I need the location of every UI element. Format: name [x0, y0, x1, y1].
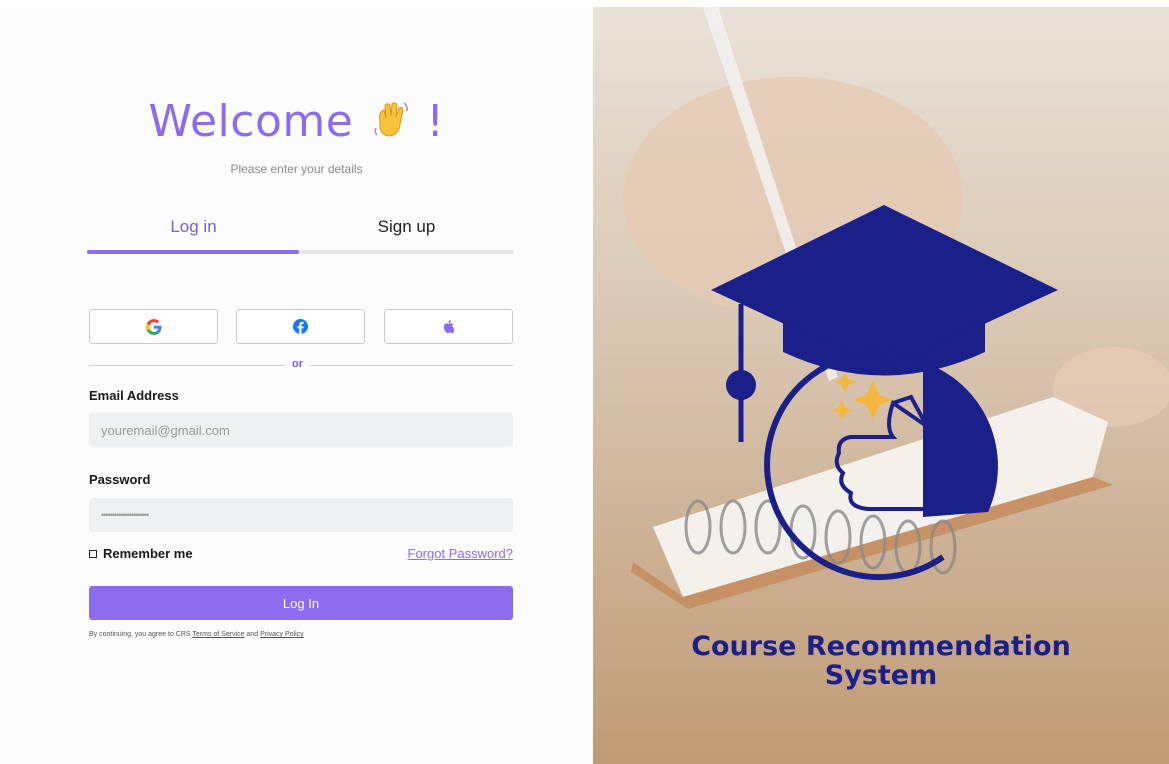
remember-me-checkbox[interactable]: Remember me: [89, 546, 193, 561]
tab-login[interactable]: Log in: [87, 212, 300, 242]
terms-link[interactable]: Terms of Service: [192, 631, 244, 638]
divider-or: or: [292, 358, 303, 370]
legal-and: and: [244, 631, 261, 638]
divider-left: [89, 365, 285, 366]
brand-title: Course Recommendation System: [593, 632, 1169, 690]
brand-title-line2: System: [824, 660, 938, 691]
google-icon: [145, 318, 161, 335]
password-field[interactable]: [89, 498, 513, 532]
privacy-link[interactable]: Privacy Policy: [260, 631, 304, 638]
legal-text: By continuing, you agree to CRS Terms of…: [89, 631, 304, 638]
legal-prefix: By continuing, you agree to CRS: [89, 631, 193, 638]
subtitle: Please enter your details: [230, 162, 363, 176]
checkbox-box[interactable]: [89, 549, 97, 558]
divider-right: [310, 365, 513, 366]
facebook-login-button[interactable]: [236, 309, 365, 344]
forgot-password-link[interactable]: Forgot Password?: [408, 546, 514, 561]
page-title: Welcome !: [0, 96, 593, 151]
tab-signup[interactable]: Sign up: [300, 212, 513, 242]
facebook-icon: [293, 319, 308, 334]
remember-me-label: Remember me: [103, 546, 193, 561]
apple-login-button[interactable]: [384, 309, 513, 344]
welcome-text: Welcome: [148, 96, 354, 147]
password-label: Password: [89, 472, 151, 487]
waving-hand-icon: [370, 98, 412, 151]
email-field[interactable]: [89, 413, 513, 447]
brand-title-line1: Course Recommendation: [691, 631, 1071, 662]
welcome-exclamation: !: [426, 96, 445, 147]
google-login-button[interactable]: [89, 309, 218, 344]
login-button[interactable]: Log In: [89, 586, 513, 620]
tab-active-indicator: [87, 250, 299, 254]
email-label: Email Address: [89, 388, 179, 403]
apple-icon: [443, 320, 454, 333]
